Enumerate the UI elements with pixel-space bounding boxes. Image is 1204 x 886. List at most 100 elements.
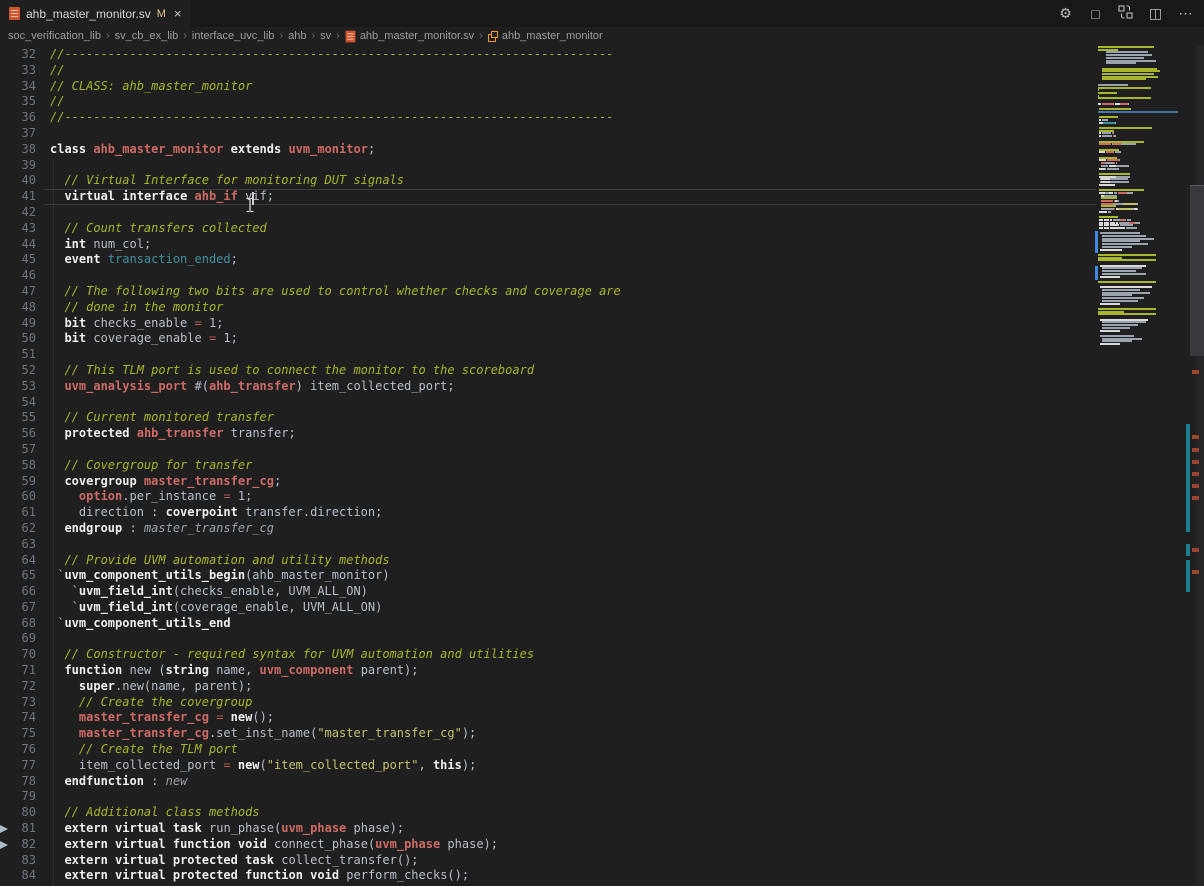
line-number[interactable]: 76 bbox=[0, 742, 36, 758]
settings-gear-icon[interactable]: ⚙ bbox=[1057, 5, 1074, 22]
line-number[interactable]: 46 bbox=[0, 268, 36, 284]
code-line[interactable]: // bbox=[44, 63, 1096, 79]
code-line[interactable]: direction : coverpoint transfer.directio… bbox=[44, 505, 1096, 521]
code-line[interactable]: // Constructor - required syntax for UVM… bbox=[44, 647, 1096, 663]
line-number[interactable]: 44 bbox=[0, 237, 36, 253]
line-number[interactable]: 56 bbox=[0, 426, 36, 442]
compare-changes-icon[interactable] bbox=[1117, 5, 1134, 22]
line-number[interactable]: 54 bbox=[0, 395, 36, 411]
line-number[interactable]: 64 bbox=[0, 553, 36, 569]
code-line[interactable] bbox=[44, 537, 1096, 553]
line-number[interactable]: 55 bbox=[0, 410, 36, 426]
code-line[interactable]: // CLASS: ahb_master_monitor bbox=[44, 79, 1096, 95]
line-number[interactable]: 83 bbox=[0, 853, 36, 869]
code-line[interactable]: option.per_instance = 1; bbox=[44, 489, 1096, 505]
line-number[interactable]: 68 bbox=[0, 616, 36, 632]
line-number[interactable]: 53 bbox=[0, 379, 36, 395]
code-editor[interactable]: 3233343536373839404142434445464748495051… bbox=[0, 45, 1204, 886]
code-line[interactable] bbox=[44, 631, 1096, 647]
line-number[interactable]: 67 bbox=[0, 600, 36, 616]
line-number[interactable]: 72 bbox=[0, 679, 36, 695]
code-line[interactable]: //--------------------------------------… bbox=[44, 47, 1096, 63]
breadcrumb-item-ahb_master_monitor[interactable]: ahb_master_monitor bbox=[488, 30, 603, 42]
code-line[interactable] bbox=[44, 126, 1096, 142]
line-number[interactable]: 48 bbox=[0, 300, 36, 316]
line-number[interactable]: 58 bbox=[0, 458, 36, 474]
code-line[interactable] bbox=[44, 789, 1096, 805]
code-line[interactable] bbox=[44, 205, 1096, 221]
code-line[interactable]: function new (string name, uvm_component… bbox=[44, 663, 1096, 679]
code-line[interactable]: extern virtual task run_phase(uvm_phase … bbox=[44, 821, 1096, 837]
line-number[interactable]: 63 bbox=[0, 537, 36, 553]
line-number[interactable]: 61 bbox=[0, 505, 36, 521]
line-number[interactable]: 34 bbox=[0, 79, 36, 95]
code-line[interactable]: item_collected_port = new("item_collecte… bbox=[44, 758, 1096, 774]
code-line[interactable]: // The following two bits are used to co… bbox=[44, 284, 1096, 300]
close-tab-icon[interactable]: × bbox=[174, 6, 182, 21]
code-line[interactable]: // done in the monitor bbox=[44, 300, 1096, 316]
line-number[interactable]: 40 bbox=[0, 173, 36, 189]
line-number[interactable]: 70 bbox=[0, 647, 36, 663]
code-line[interactable]: // Create the covergroup bbox=[44, 695, 1096, 711]
code-line[interactable]: // Provide UVM automation and utility me… bbox=[44, 553, 1096, 569]
code-line[interactable] bbox=[44, 347, 1096, 363]
line-number[interactable]: 39 bbox=[0, 158, 36, 174]
breadcrumb-item-ahb[interactable]: ahb bbox=[288, 30, 306, 42]
line-number[interactable]: 79 bbox=[0, 789, 36, 805]
breadcrumb-item-interface_uvc_lib[interactable]: interface_uvc_lib bbox=[192, 30, 275, 42]
line-number[interactable]: 80 bbox=[0, 805, 36, 821]
line-number[interactable]: 78 bbox=[0, 774, 36, 790]
scrollbar-track[interactable] bbox=[1196, 45, 1204, 886]
line-number[interactable]: 36 bbox=[0, 110, 36, 126]
code-line[interactable]: bit coverage_enable = 1; bbox=[44, 331, 1096, 347]
code-line[interactable]: // This TLM port is used to connect the … bbox=[44, 363, 1096, 379]
line-number[interactable]: 49 bbox=[0, 316, 36, 332]
breadcrumb-item-soc_verification_lib[interactable]: soc_verification_lib bbox=[8, 30, 101, 42]
line-number[interactable]: 77 bbox=[0, 758, 36, 774]
line-number[interactable]: 75 bbox=[0, 726, 36, 742]
code-line[interactable]: // Count transfers collected bbox=[44, 221, 1096, 237]
code-line[interactable]: endfunction : new bbox=[44, 774, 1096, 790]
more-actions-icon[interactable]: ⋯ bbox=[1177, 5, 1194, 22]
code-line[interactable]: //--------------------------------------… bbox=[44, 110, 1096, 126]
code-line[interactable]: `uvm_component_utils_begin(ahb_master_mo… bbox=[44, 568, 1096, 584]
code-line[interactable]: uvm_analysis_port #(ahb_transfer) item_c… bbox=[44, 379, 1096, 395]
code-line[interactable] bbox=[44, 395, 1096, 411]
line-number[interactable]: 43 bbox=[0, 221, 36, 237]
line-number[interactable]: 73 bbox=[0, 695, 36, 711]
code-line[interactable]: // Additional class methods bbox=[44, 805, 1096, 821]
code-line[interactable]: virtual interface ahb_if vif; bbox=[44, 189, 1096, 205]
line-number[interactable]: 41 bbox=[0, 189, 36, 205]
line-number[interactable]: 42 bbox=[0, 205, 36, 221]
line-number[interactable]: 66 bbox=[0, 584, 36, 600]
code-line[interactable] bbox=[44, 268, 1096, 284]
code-line[interactable]: // Covergroup for transfer bbox=[44, 458, 1096, 474]
line-number[interactable]: 59 bbox=[0, 474, 36, 490]
line-number[interactable]: 71 bbox=[0, 663, 36, 679]
code-line[interactable]: covergroup master_transfer_cg; bbox=[44, 474, 1096, 490]
code-line[interactable]: // bbox=[44, 94, 1096, 110]
line-number[interactable]: 69 bbox=[0, 631, 36, 647]
code-line[interactable]: protected ahb_transfer transfer; bbox=[44, 426, 1096, 442]
code-line[interactable]: `uvm_field_int(checks_enable, UVM_ALL_ON… bbox=[44, 584, 1096, 600]
code-line[interactable]: `uvm_component_utils_end bbox=[44, 616, 1096, 632]
line-number[interactable]: 35 bbox=[0, 94, 36, 110]
line-number[interactable]: 62 bbox=[0, 521, 36, 537]
code-area[interactable]: //--------------------------------------… bbox=[44, 47, 1096, 884]
line-number[interactable]: 37 bbox=[0, 126, 36, 142]
line-number[interactable]: 84 bbox=[0, 868, 36, 884]
code-line[interactable]: // Current monitored transfer bbox=[44, 410, 1096, 426]
code-line[interactable]: // Create the TLM port bbox=[44, 742, 1096, 758]
scrollbar-thumb[interactable] bbox=[1190, 185, 1204, 356]
code-line[interactable]: super.new(name, parent); bbox=[44, 679, 1096, 695]
line-number[interactable]: 51 bbox=[0, 347, 36, 363]
breadcrumb-item-sv_cb_ex_lib[interactable]: sv_cb_ex_lib bbox=[115, 30, 179, 42]
minimap[interactable] bbox=[1098, 46, 1178, 354]
code-line[interactable]: extern virtual protected task collect_tr… bbox=[44, 853, 1096, 869]
line-number[interactable]: 74 bbox=[0, 710, 36, 726]
code-line[interactable]: extern virtual protected function void p… bbox=[44, 868, 1096, 884]
tab-ahb-master-monitor[interactable]: ahb_master_monitor.sv M × bbox=[0, 0, 191, 27]
code-line[interactable]: extern virtual function void connect_pha… bbox=[44, 837, 1096, 853]
breadcrumb-item-ahb_master_monitor.sv[interactable]: ahb_master_monitor.sv bbox=[345, 30, 474, 43]
line-number[interactable]: 50 bbox=[0, 331, 36, 347]
